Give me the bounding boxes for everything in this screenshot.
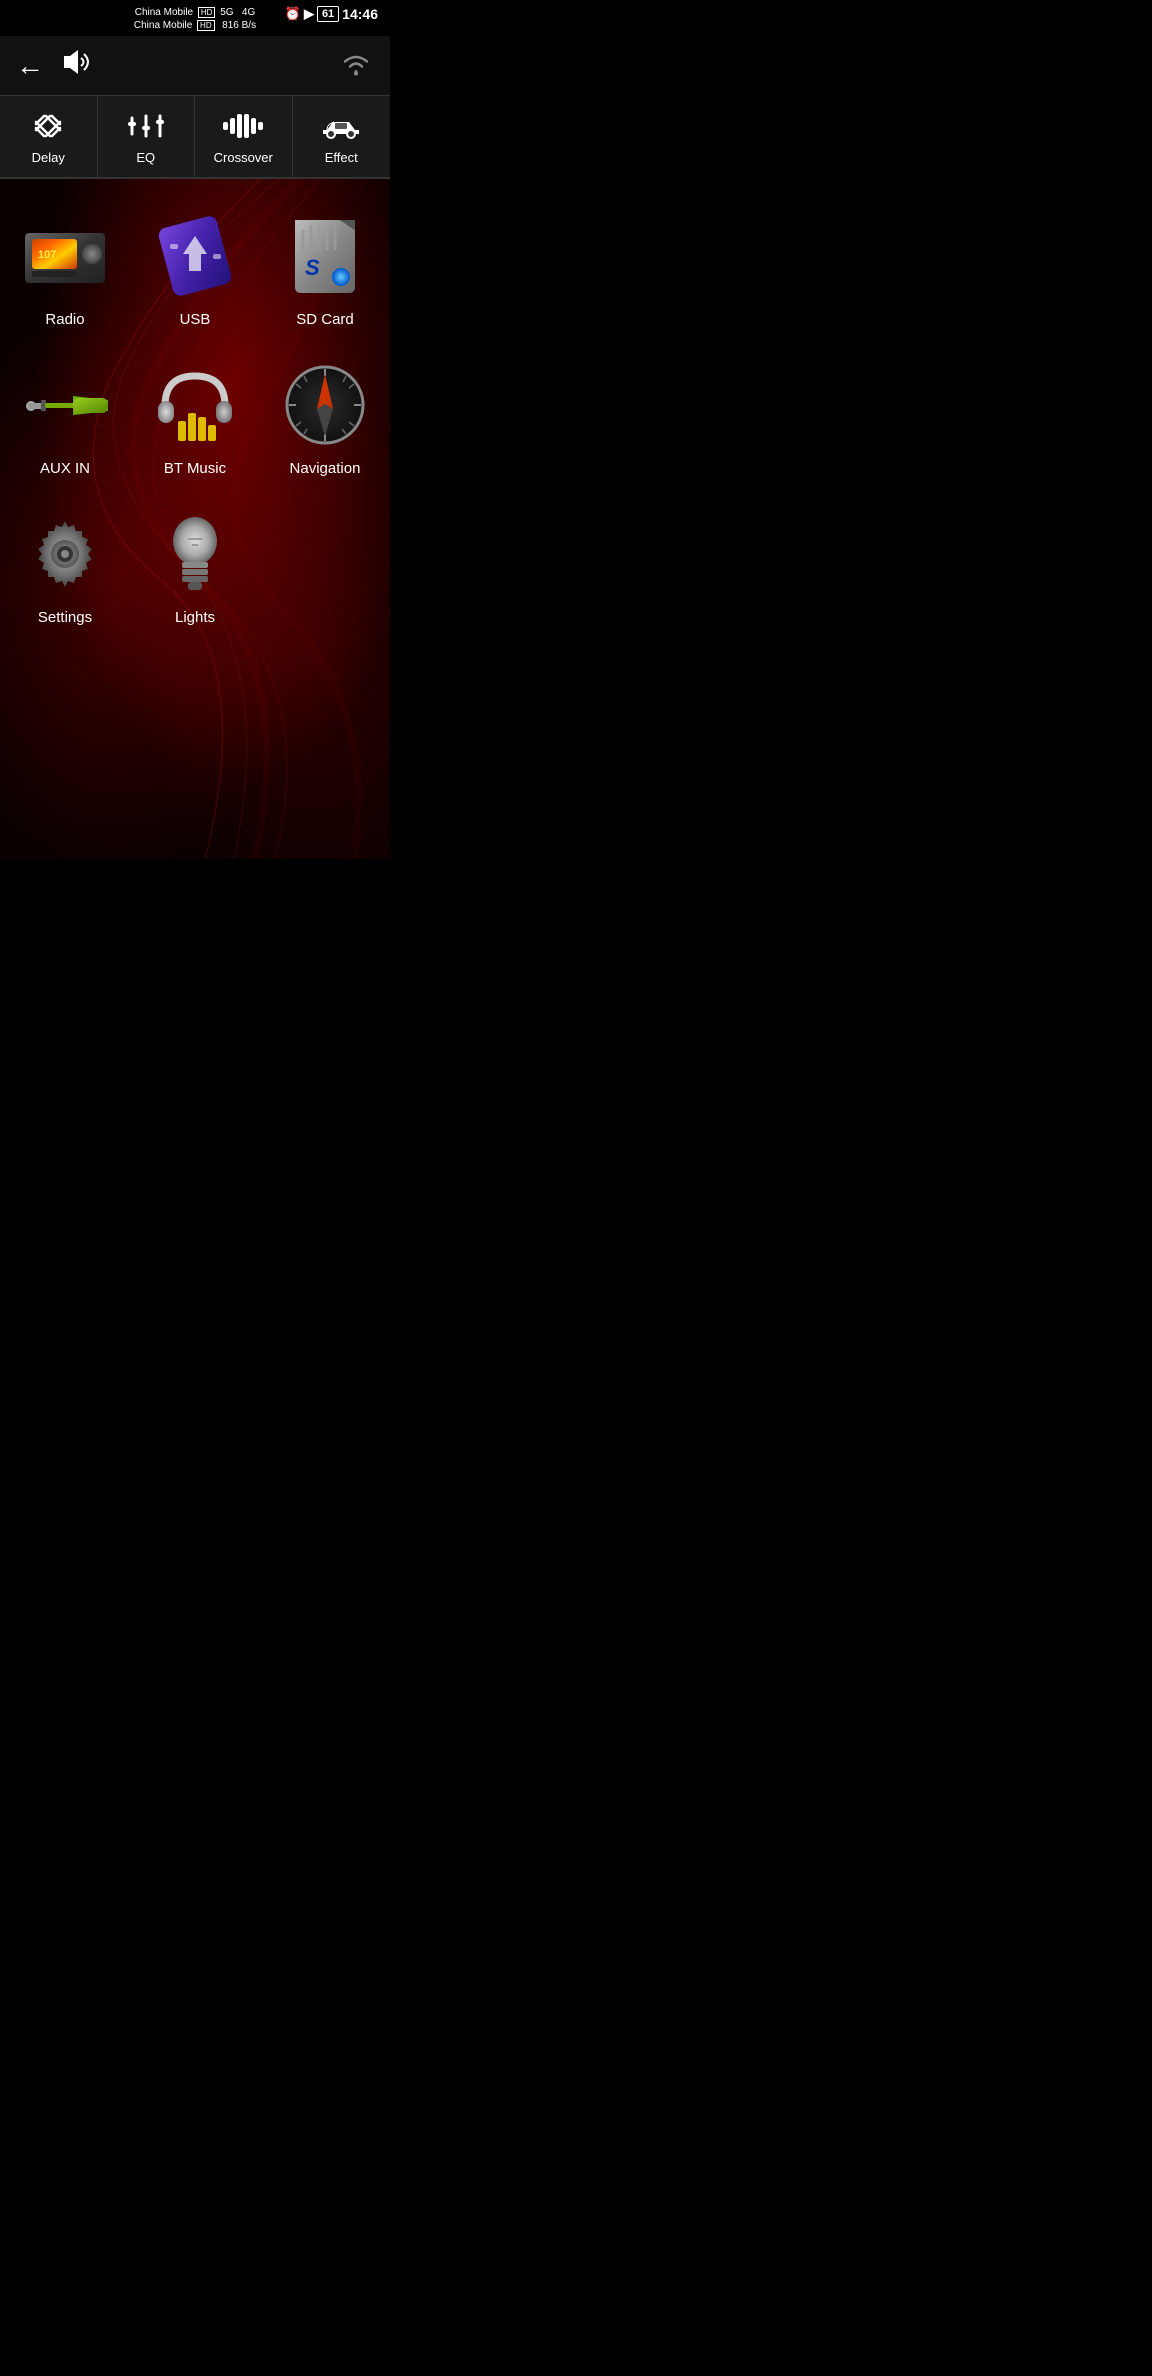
status-right: ⏰ ▶ 61 14:46 bbox=[285, 6, 378, 22]
battery-level: 61 bbox=[317, 6, 339, 22]
audio-icon bbox=[60, 48, 92, 83]
carrier-1: China Mobile HD 5G 4G bbox=[135, 6, 256, 19]
settings-label: Settings bbox=[38, 609, 92, 626]
tab-delay-label: Delay bbox=[32, 150, 65, 165]
app-lights[interactable]: Lights bbox=[138, 501, 252, 634]
settings-icon bbox=[20, 509, 110, 599]
app-btmusic[interactable]: BT Music bbox=[138, 352, 252, 485]
radio-icon: 107 bbox=[20, 211, 110, 301]
tab-crossover-label: Crossover bbox=[214, 150, 273, 165]
clock: 14:46 bbox=[342, 6, 378, 22]
tab-eq[interactable]: EQ bbox=[98, 96, 196, 177]
effect-icon bbox=[319, 108, 363, 144]
tab-bar: Delay EQ Crossover bbox=[0, 96, 390, 179]
tab-delay[interactable]: Delay bbox=[0, 96, 98, 177]
app-settings[interactable]: Settings bbox=[8, 501, 122, 634]
auxin-label: AUX IN bbox=[40, 460, 90, 477]
tab-effect-label: Effect bbox=[325, 150, 358, 165]
app-sdcard[interactable]: S SD Card bbox=[268, 203, 382, 336]
header: ← bbox=[0, 36, 390, 96]
app-usb[interactable]: USB bbox=[138, 203, 252, 336]
app-navigation[interactable]: Navigation bbox=[268, 352, 382, 485]
btmusic-label: BT Music bbox=[164, 460, 226, 477]
usb-icon bbox=[150, 211, 240, 301]
wifi-icon bbox=[338, 49, 374, 82]
carrier-2: China Mobile HD 816 B/s bbox=[134, 19, 256, 32]
lights-label: Lights bbox=[175, 609, 215, 626]
bluetooth-icon: ▶ bbox=[304, 6, 314, 22]
app-auxin[interactable]: AUX IN bbox=[8, 352, 122, 485]
status-bar: China Mobile HD 5G 4G China Mobile HD 81… bbox=[0, 0, 390, 36]
app-radio[interactable]: 107 Radio bbox=[8, 203, 122, 336]
lights-icon bbox=[150, 509, 240, 599]
btmusic-icon bbox=[150, 360, 240, 450]
carrier-info: China Mobile HD 5G 4G China Mobile HD 81… bbox=[134, 6, 256, 32]
alarm-icon: ⏰ bbox=[285, 6, 301, 22]
navigation-label: Navigation bbox=[290, 460, 361, 477]
tab-effect[interactable]: Effect bbox=[293, 96, 391, 177]
tab-crossover[interactable]: Crossover bbox=[195, 96, 293, 177]
hd-badge-2: HD bbox=[197, 20, 215, 31]
usb-label: USB bbox=[180, 311, 211, 328]
svg-text:S: S bbox=[305, 255, 320, 280]
sdcard-icon: S bbox=[280, 211, 370, 301]
hd-badge-1: HD bbox=[198, 7, 216, 18]
nav-icon bbox=[280, 360, 370, 450]
tab-eq-label: EQ bbox=[136, 150, 155, 165]
back-button[interactable]: ← bbox=[16, 50, 44, 82]
delay-icon bbox=[28, 108, 68, 144]
radio-label: Radio bbox=[45, 311, 84, 328]
crossover-icon bbox=[221, 108, 265, 144]
svg-text:107: 107 bbox=[38, 249, 56, 261]
main-content: 107 Radio bbox=[0, 179, 390, 859]
app-grid-row1: 107 Radio bbox=[0, 179, 390, 634]
sdcard-label: SD Card bbox=[296, 311, 354, 328]
eq-icon bbox=[126, 108, 166, 144]
aux-icon bbox=[20, 360, 110, 450]
